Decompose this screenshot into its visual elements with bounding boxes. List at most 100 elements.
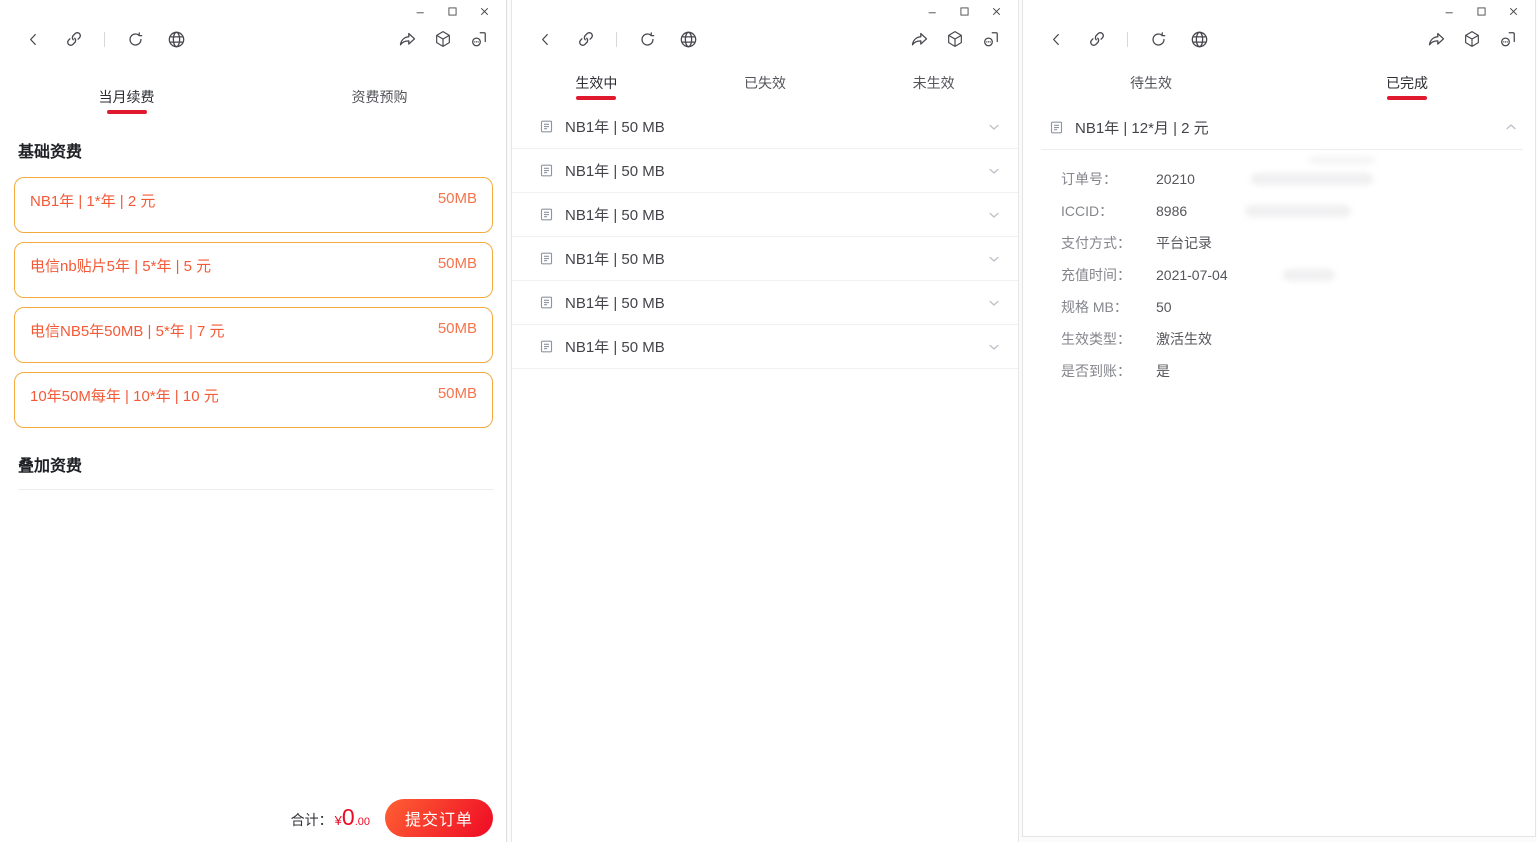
maximize-button[interactable]: [948, 3, 980, 19]
redaction-smudge: [1309, 156, 1375, 164]
capsule-more-icon[interactable]: [1497, 28, 1519, 50]
package-row[interactable]: NB1年 | 50 MB: [512, 193, 1018, 237]
chevron-up-icon: [1503, 119, 1519, 135]
field-value: 平台记录: [1156, 235, 1212, 251]
link-icon[interactable]: [63, 28, 85, 50]
field-value: 是: [1156, 363, 1170, 379]
order-title: NB1年 | 12*月 | 2 元: [1075, 119, 1209, 137]
plan-card[interactable]: 电信NB5年50MB | 5*年 | 7 元 50MB: [14, 307, 493, 363]
maximize-button[interactable]: [436, 3, 468, 19]
capsule-more-icon[interactable]: [468, 28, 490, 50]
tab-current-month-renew[interactable]: 当月续费: [0, 58, 253, 114]
chevron-down-icon: [986, 295, 1002, 311]
plan-card[interactable]: NB1年 | 1*年 | 2 元 50MB: [14, 177, 493, 233]
close-button[interactable]: [1497, 3, 1529, 19]
amount-integer: 0: [341, 804, 355, 830]
window-order-detail: 待生效 已完成 NB1年 | 12*月 | 2 元 订单号： 20210 ICC…: [1022, 0, 1536, 837]
cube-icon[interactable]: [432, 28, 454, 50]
capsule-more-icon[interactable]: [980, 28, 1002, 50]
back-icon[interactable]: [1045, 28, 1067, 50]
package-row[interactable]: NB1年 | 50 MB: [512, 105, 1018, 149]
field-credited: 是否到账： 是: [1061, 355, 1535, 387]
package-label: NB1年 | 50 MB: [565, 119, 665, 136]
globe-icon[interactable]: [1188, 28, 1210, 50]
tab-bar: 待生效 已完成: [1023, 58, 1535, 100]
field-value: 激活生效: [1156, 331, 1212, 347]
order-detail: 订单号： 20210 ICCID： 8986 支付方式： 平台记录 充值时间： …: [1023, 150, 1535, 387]
currency-symbol: ¥: [334, 813, 342, 828]
maximize-button[interactable]: [1465, 3, 1497, 19]
refresh-icon[interactable]: [1147, 28, 1169, 50]
field-value: 2021-07-04: [1156, 267, 1228, 283]
field-iccid: ICCID： 8986: [1061, 195, 1535, 227]
package-list: NB1年 | 50 MB NB1年 | 50 MB NB1年 | 50 MB N…: [512, 105, 1018, 369]
package-row[interactable]: NB1年 | 50 MB: [512, 281, 1018, 325]
package-row[interactable]: NB1年 | 50 MB: [512, 325, 1018, 369]
tab-not-active[interactable]: 未生效: [849, 58, 1018, 100]
link-icon[interactable]: [1086, 28, 1108, 50]
submit-order-button[interactable]: 提交订单: [385, 799, 493, 837]
package-label: NB1年 | 50 MB: [565, 163, 665, 180]
field-label: ICCID：: [1061, 203, 1114, 219]
document-icon: [539, 251, 554, 266]
chevron-down-icon: [986, 251, 1002, 267]
minimize-button[interactable]: [404, 3, 436, 19]
package-label: NB1年 | 50 MB: [565, 207, 665, 224]
globe-icon[interactable]: [677, 28, 699, 50]
share-icon[interactable]: [1425, 28, 1447, 50]
titlebar: [0, 0, 506, 20]
refresh-icon[interactable]: [124, 28, 146, 50]
field-effective-type: 生效类型： 激活生效: [1061, 323, 1535, 355]
toolbar-divider: [1127, 31, 1128, 47]
plan-card[interactable]: 10年50M每年 | 10*年 | 10 元 50MB: [14, 372, 493, 428]
package-row[interactable]: NB1年 | 50 MB: [512, 237, 1018, 281]
back-icon[interactable]: [534, 28, 556, 50]
document-icon: [539, 207, 554, 222]
tab-pending[interactable]: 待生效: [1023, 58, 1279, 100]
plan-title: 电信NB5年50MB | 5*年 | 7 元: [30, 323, 225, 340]
field-spec-mb: 规格 MB： 50: [1061, 291, 1535, 323]
checkout-bar: 合计： ¥ 0 .00 提交订单: [0, 799, 506, 837]
document-icon: [539, 339, 554, 354]
field-order-number: 订单号： 20210: [1061, 156, 1535, 195]
total-amount: 合计： ¥ 0 .00: [291, 806, 370, 830]
document-icon: [539, 295, 554, 310]
share-icon[interactable]: [908, 28, 930, 50]
package-row[interactable]: NB1年 | 50 MB: [512, 149, 1018, 193]
share-icon[interactable]: [396, 28, 418, 50]
package-label: NB1年 | 50 MB: [565, 295, 665, 312]
plan-card[interactable]: 电信nb贴片5年 | 5*年 | 5 元 50MB: [14, 242, 493, 298]
field-payment-method: 支付方式： 平台记录: [1061, 227, 1535, 259]
order-header-row[interactable]: NB1年 | 12*月 | 2 元: [1023, 105, 1535, 149]
refresh-icon[interactable]: [636, 28, 658, 50]
field-label: 支付方式：: [1061, 235, 1131, 251]
titlebar: [512, 0, 1018, 20]
toolbar: [0, 20, 506, 58]
tab-completed[interactable]: 已完成: [1279, 58, 1535, 100]
minimize-button[interactable]: [916, 3, 948, 19]
cube-icon[interactable]: [944, 28, 966, 50]
back-icon[interactable]: [22, 28, 44, 50]
document-icon: [1049, 120, 1064, 135]
globe-icon[interactable]: [165, 28, 187, 50]
plan-size: 50MB: [437, 255, 477, 272]
document-icon: [539, 163, 554, 178]
toolbar-divider: [616, 31, 617, 47]
cube-icon[interactable]: [1461, 28, 1483, 50]
close-button[interactable]: [468, 3, 500, 19]
package-label: NB1年 | 50 MB: [565, 251, 665, 268]
active-tab-underline: [576, 96, 617, 100]
tab-tariff-prepurchase[interactable]: 资费预购: [253, 58, 506, 114]
tab-expired[interactable]: 已失效: [681, 58, 850, 100]
link-icon[interactable]: [575, 28, 597, 50]
active-tab-underline: [1387, 96, 1427, 100]
active-tab-underline: [106, 110, 147, 114]
titlebar: [1023, 0, 1535, 20]
minimize-button[interactable]: [1433, 3, 1465, 19]
tab-bar: 当月续费 资费预购: [0, 58, 506, 114]
addon-section-divider: [18, 489, 494, 490]
close-button[interactable]: [980, 3, 1012, 19]
tab-active[interactable]: 生效中: [512, 58, 681, 100]
plan-title: 10年50M每年 | 10*年 | 10 元: [30, 388, 219, 405]
plan-size: 50MB: [437, 320, 477, 337]
